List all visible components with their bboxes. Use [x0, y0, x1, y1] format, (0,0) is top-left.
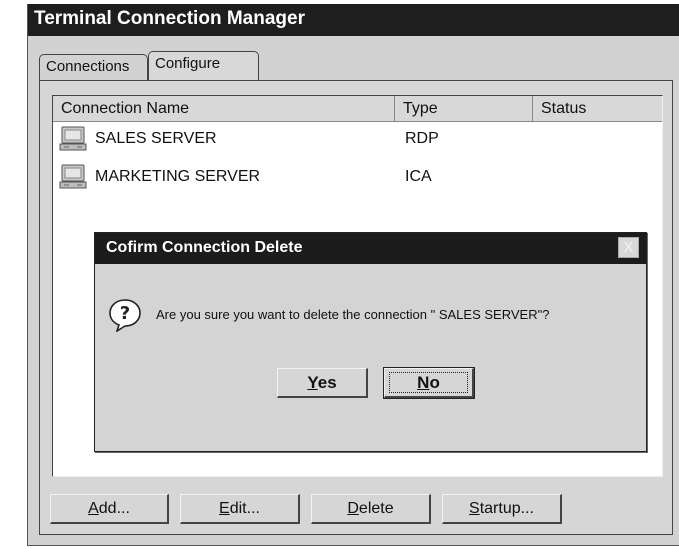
question-icon: ? — [108, 298, 142, 333]
no-button[interactable]: No — [383, 367, 475, 399]
yes-button[interactable]: Yes — [277, 368, 368, 398]
tab-connections[interactable]: Connections — [39, 54, 148, 80]
column-header-status[interactable]: Status — [533, 96, 662, 122]
yes-label: es — [317, 373, 337, 392]
configure-panel: Connection Name Type Status SALES SERVER… — [39, 80, 673, 535]
edit-label: dit... — [229, 500, 260, 517]
connection-name: SALES SERVER — [95, 130, 217, 147]
tab-configure[interactable]: Configure — [148, 51, 259, 81]
startup-label: tartup... — [479, 500, 534, 517]
add-label: dd... — [98, 500, 130, 517]
delete-mnemonic: D — [347, 500, 359, 517]
window-titlebar[interactable]: Terminal Connection Manager — [28, 4, 679, 36]
connection-type: RDP — [405, 130, 439, 147]
connection-list[interactable]: Connection Name Type Status SALES SERVER… — [52, 95, 663, 477]
tab-configure-label: Configure — [155, 55, 221, 72]
confirm-delete-dialog: Cofirm Connection Delete X ? Are you sur… — [94, 232, 647, 452]
column-header-type[interactable]: Type — [395, 96, 533, 122]
startup-mnemonic: S — [469, 500, 480, 517]
connection-type: ICA — [405, 168, 432, 185]
add-mnemonic: A — [88, 500, 99, 517]
edit-mnemonic: E — [219, 500, 230, 517]
column-header-name[interactable]: Connection Name — [53, 96, 395, 122]
edit-button[interactable]: Edit... — [180, 494, 300, 524]
no-mnemonic: N — [417, 373, 430, 392]
delete-label: elete — [358, 500, 394, 517]
tab-connections-label: Connections — [46, 58, 130, 75]
dialog-titlebar[interactable]: Cofirm Connection Delete X — [95, 233, 646, 264]
main-window: Terminal Connection Manager Connections … — [27, 4, 679, 546]
close-icon: X — [623, 239, 634, 256]
dialog-title: Cofirm Connection Delete — [106, 239, 303, 256]
yes-mnemonic: Y — [307, 373, 318, 392]
computer-icon — [59, 126, 87, 152]
no-label: o — [429, 373, 440, 392]
list-item[interactable]: MARKETING SERVER ICA — [53, 162, 662, 192]
delete-button[interactable]: Delete — [311, 494, 431, 524]
window-title: Terminal Connection Manager — [34, 8, 305, 29]
connection-name: MARKETING SERVER — [95, 168, 261, 185]
svg-text:?: ? — [120, 303, 130, 324]
close-button[interactable]: X — [618, 237, 639, 258]
computer-icon — [59, 164, 87, 190]
list-item[interactable]: SALES SERVER RDP — [53, 124, 662, 154]
list-header: Connection Name Type Status — [53, 96, 662, 122]
add-button[interactable]: Add... — [50, 494, 169, 524]
startup-button[interactable]: Startup... — [442, 494, 562, 524]
dialog-message: Are you sure you want to delete the conn… — [156, 307, 550, 322]
